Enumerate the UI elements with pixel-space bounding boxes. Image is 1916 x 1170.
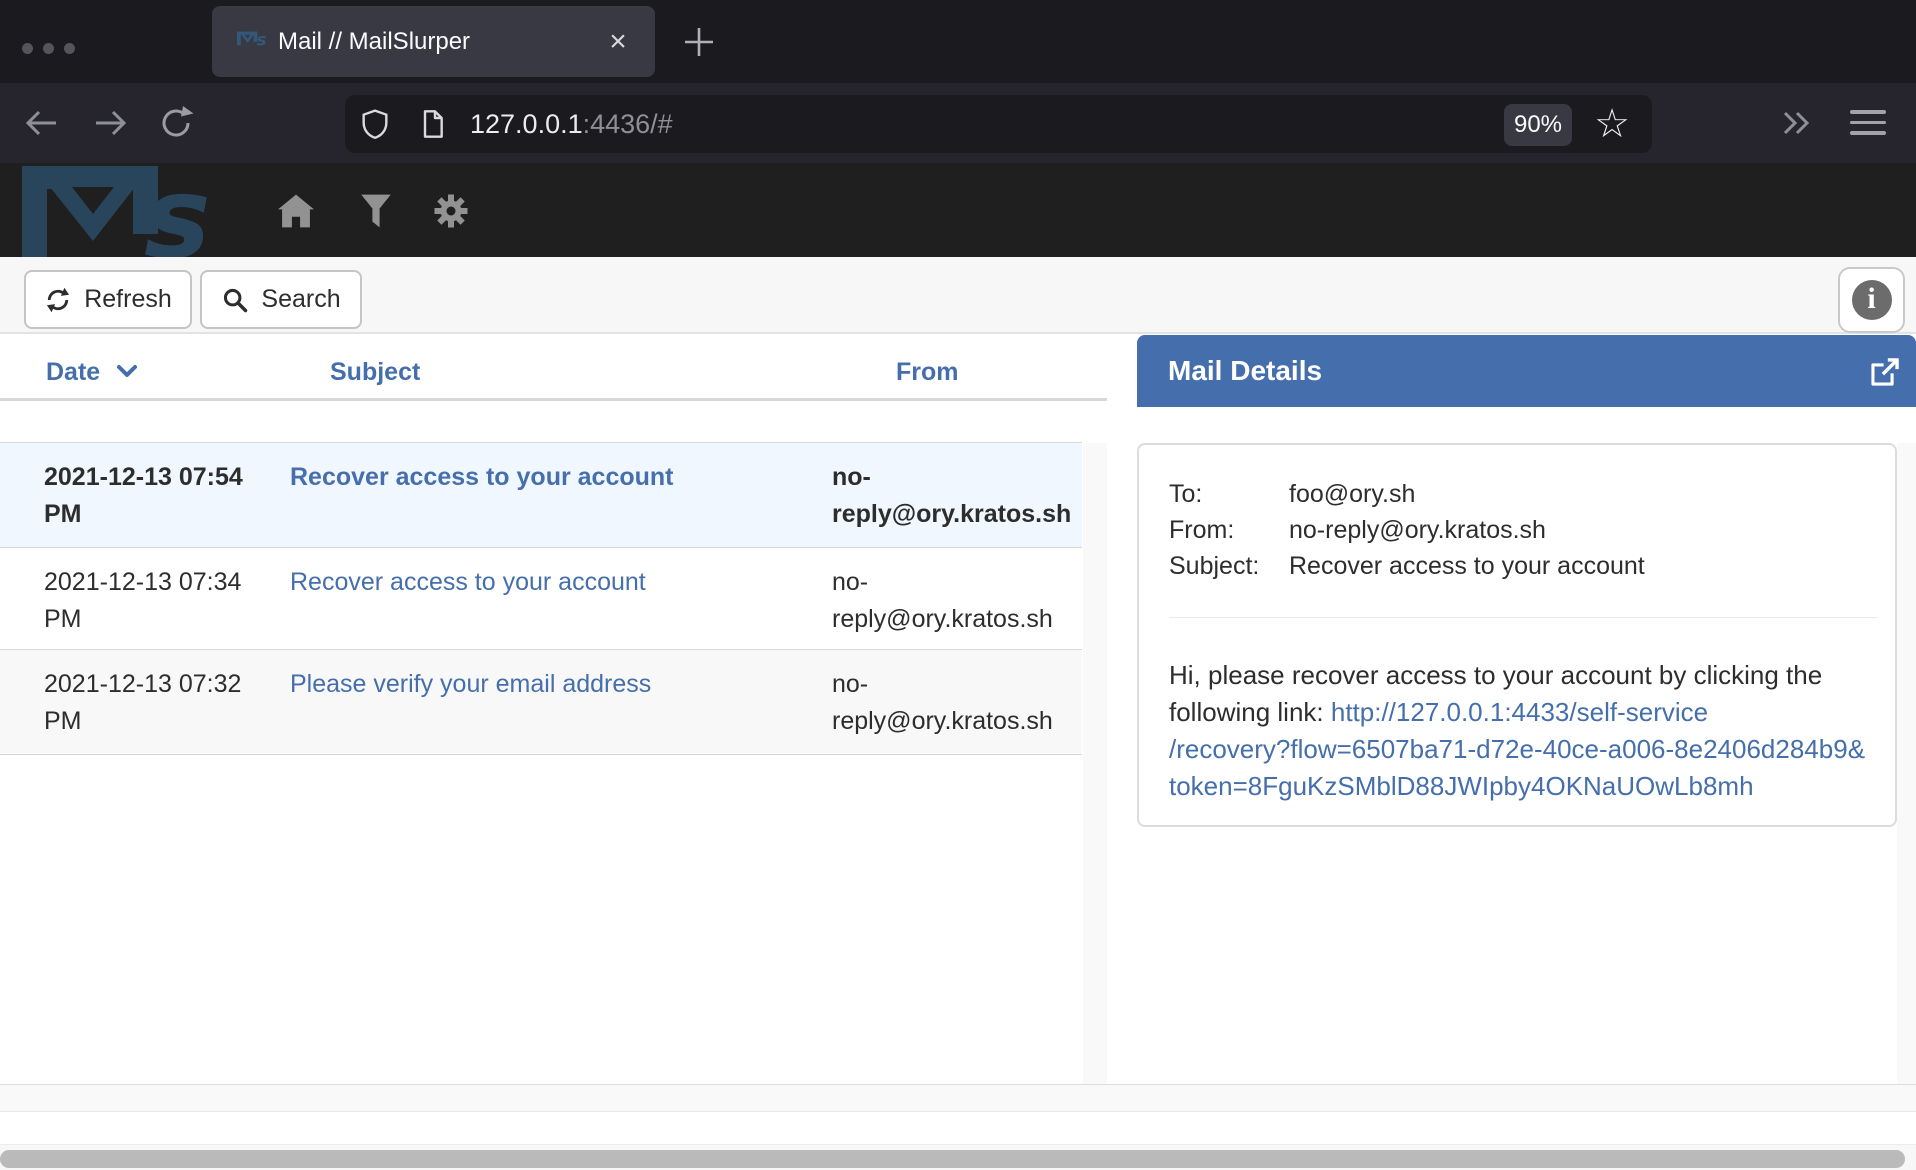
window-button-zoom[interactable]: [64, 43, 75, 54]
to-label: To:: [1169, 476, 1289, 512]
tab-title: Mail // MailSlurper: [278, 6, 470, 77]
bookmark-star-icon[interactable]: ☆: [1588, 100, 1636, 148]
details-scrollbar-gutter[interactable]: [1897, 443, 1916, 1084]
svg-text:s: s: [257, 31, 267, 46]
tab-favicon-icon: s: [237, 31, 267, 46]
from-label: From:: [1169, 512, 1289, 548]
column-header-date-label: Date: [46, 358, 100, 386]
reload-icon[interactable]: [154, 103, 198, 143]
filter-icon[interactable]: [356, 193, 396, 229]
mail-meta: To:foo@ory.sh From:no-reply@ory.kratos.s…: [1169, 476, 1645, 584]
mailslurper-logo: s: [22, 166, 222, 258]
details-divider: [1169, 617, 1877, 618]
mail-body: Hi, please recover access to your accoun…: [1169, 657, 1881, 805]
settings-gear-icon[interactable]: [431, 193, 471, 229]
page-toolbar: Refresh Search i: [0, 257, 1916, 334]
sort-chevron-down-icon: [115, 364, 139, 380]
mail-row-3-subject[interactable]: Please verify your email address: [290, 666, 820, 703]
search-icon: [221, 286, 249, 314]
application-window: s Mail // MailSlurper × 127.0.0.1:: [0, 0, 1916, 1170]
search-button[interactable]: Search: [200, 270, 362, 329]
mail-row-2-from: no-reply@ory.kratos.sh: [832, 564, 1078, 638]
body-text-line1: Hi, please recover access to your accoun…: [1169, 660, 1822, 690]
mail-row-3-from: no-reply@ory.kratos.sh: [832, 666, 1078, 740]
url-text: 127.0.0.1:4436/#: [470, 95, 673, 153]
search-button-label: Search: [261, 285, 340, 314]
mail-row-2-date: 2021-12-13 07:34PM: [44, 564, 284, 638]
subject-value: Recover access to your account: [1289, 548, 1645, 584]
recovery-link-line2[interactable]: /recovery?flow=6507ba71-d72e-40ce-a006-8…: [1169, 734, 1865, 764]
list-scrollbar-gutter[interactable]: [1083, 443, 1107, 1084]
back-icon[interactable]: [20, 103, 64, 143]
page-info-icon[interactable]: [417, 108, 449, 140]
menu-hamburger-icon[interactable]: [1850, 110, 1886, 136]
browser-nav-toolbar: 127.0.0.1:4436/# 90% ☆: [0, 83, 1916, 163]
column-header-subject[interactable]: Subject: [330, 352, 420, 392]
window-button-minimize[interactable]: [43, 43, 54, 54]
recovery-link-line3[interactable]: token=8FguKzSMblD88JWIpby4OKNaUOwLb8mh: [1169, 771, 1754, 801]
column-header-from[interactable]: From: [896, 352, 959, 392]
mailslurper-header: s: [0, 163, 1916, 257]
mail-row-3[interactable]: 2021-12-13 07:32PM Please verify your em…: [0, 650, 1082, 753]
row-divider: [0, 754, 1082, 755]
mail-row-2[interactable]: 2021-12-13 07:34PM Recover access to you…: [0, 548, 1082, 650]
forward-icon[interactable]: [88, 103, 132, 143]
mail-details-panel: To:foo@ory.sh From:no-reply@ory.kratos.s…: [1137, 443, 1897, 827]
body-text-line2: following link:: [1169, 697, 1331, 727]
mail-row-2-subject[interactable]: Recover access to your account: [290, 564, 820, 601]
browser-tab[interactable]: s Mail // MailSlurper ×: [212, 6, 655, 77]
footer-strip: [0, 1085, 1916, 1112]
window-button-close[interactable]: [22, 43, 33, 54]
url-bar[interactable]: 127.0.0.1:4436/# 90% ☆: [345, 95, 1652, 153]
subject-label: Subject:: [1169, 548, 1289, 584]
url-path: :4436/#: [583, 109, 673, 139]
refresh-button-label: Refresh: [84, 285, 172, 314]
mail-row-1-subject[interactable]: Recover access to your account: [290, 459, 820, 496]
info-icon: i: [1852, 280, 1892, 320]
recovery-link-line1[interactable]: http://127.0.0.1:4433/self-service: [1331, 697, 1708, 727]
mail-row-1[interactable]: 2021-12-13 07:54PM Recover access to you…: [0, 443, 1082, 547]
new-tab-icon[interactable]: [676, 22, 722, 62]
svg-text:s: s: [144, 166, 211, 258]
table-header-underline: [0, 398, 1107, 401]
url-host: 127.0.0.1: [470, 109, 583, 139]
column-header-date[interactable]: Date: [46, 352, 139, 392]
horizontal-scrollbar-thumb[interactable]: [0, 1150, 1905, 1168]
refresh-button[interactable]: Refresh: [24, 270, 192, 329]
mail-details-header: Mail Details: [1137, 335, 1916, 407]
horizontal-scrollbar-track[interactable]: [0, 1144, 1916, 1170]
to-value: foo@ory.sh: [1289, 476, 1415, 512]
overflow-chevrons-icon[interactable]: [1773, 103, 1817, 143]
mail-row-1-date: 2021-12-13 07:54PM: [44, 459, 284, 533]
browser-tab-bar: s Mail // MailSlurper ×: [0, 0, 1916, 83]
shield-icon[interactable]: [359, 108, 391, 140]
refresh-icon: [44, 286, 72, 314]
tab-close-icon[interactable]: ×: [601, 26, 635, 60]
home-icon[interactable]: [276, 193, 316, 229]
mail-details-title: Mail Details: [1168, 335, 1322, 407]
zoom-level-badge[interactable]: 90%: [1504, 104, 1572, 146]
from-value: no-reply@ory.kratos.sh: [1289, 512, 1546, 548]
mail-row-3-date: 2021-12-13 07:32PM: [44, 666, 284, 740]
info-button[interactable]: i: [1838, 267, 1905, 333]
mail-row-1-from: no-reply@ory.kratos.sh: [832, 459, 1078, 533]
external-link-icon[interactable]: [1868, 355, 1902, 389]
